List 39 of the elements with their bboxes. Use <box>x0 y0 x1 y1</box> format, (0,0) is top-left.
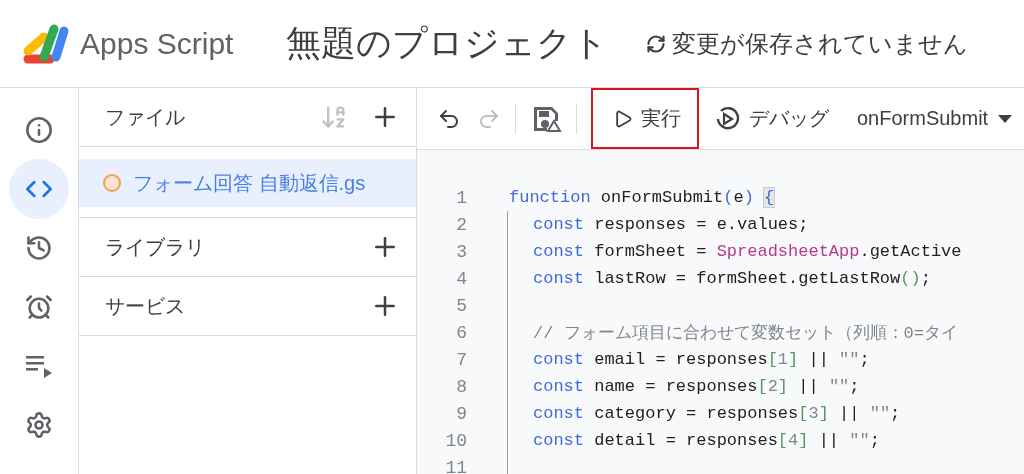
line-number: 1 <box>455 187 467 208</box>
line-number: 7 <box>455 349 467 370</box>
section-heading: ライブラリ <box>105 234 206 260</box>
alarm-clock-icon <box>25 293 53 321</box>
sync-icon <box>646 33 666 54</box>
line-number: 8 <box>455 376 467 397</box>
info-icon <box>25 116 53 144</box>
project-title[interactable]: 無題のプロジェクト <box>286 20 608 67</box>
code-line: const name = responses[2] || ""; <box>532 377 860 396</box>
save-status: 変更が保存されていません <box>672 28 968 59</box>
history-icon <box>25 234 53 262</box>
function-select[interactable]: onFormSubmit <box>851 107 1013 130</box>
line-number: 11 <box>444 457 467 474</box>
code-line: const lastRow = formSheet.getLastRow(); <box>532 269 931 288</box>
code-line: const detail = responses[4] || ""; <box>532 431 880 450</box>
line-number: 2 <box>455 214 467 235</box>
debug-play-icon <box>715 105 741 132</box>
line-number: 9 <box>455 403 467 424</box>
file-name: フォーム回答 自動返信.gs <box>133 170 366 196</box>
code-line: const category = responses[3] || ""; <box>532 404 901 423</box>
line-number: 6 <box>455 322 467 343</box>
code-line: const responses = e.values; <box>532 215 809 234</box>
section-heading: サービス <box>105 293 186 319</box>
line-number: 10 <box>444 430 467 451</box>
debug-button[interactable]: デバッグ <box>705 105 839 132</box>
caret-icon <box>998 114 1013 123</box>
code-line: function onFormSubmit(e) { <box>509 188 775 207</box>
line-number: 3 <box>455 241 467 262</box>
code-line: const email = responses[1] || ""; <box>532 350 870 369</box>
line-number: 5 <box>455 295 467 316</box>
code-line: // フォーム項目に合わせて変数セット（列順：0=タイ <box>532 322 958 344</box>
play-icon <box>613 108 633 129</box>
run-button[interactable]: 実行 <box>591 88 699 149</box>
code-line: const formSheet = SpreadsheetApp.getActive <box>532 242 962 261</box>
settings-icon <box>25 411 53 439</box>
list-play-icon <box>24 353 54 379</box>
app-name: Apps Script <box>80 26 235 61</box>
files-heading: ファイル <box>105 104 186 130</box>
line-number: 4 <box>455 268 467 289</box>
